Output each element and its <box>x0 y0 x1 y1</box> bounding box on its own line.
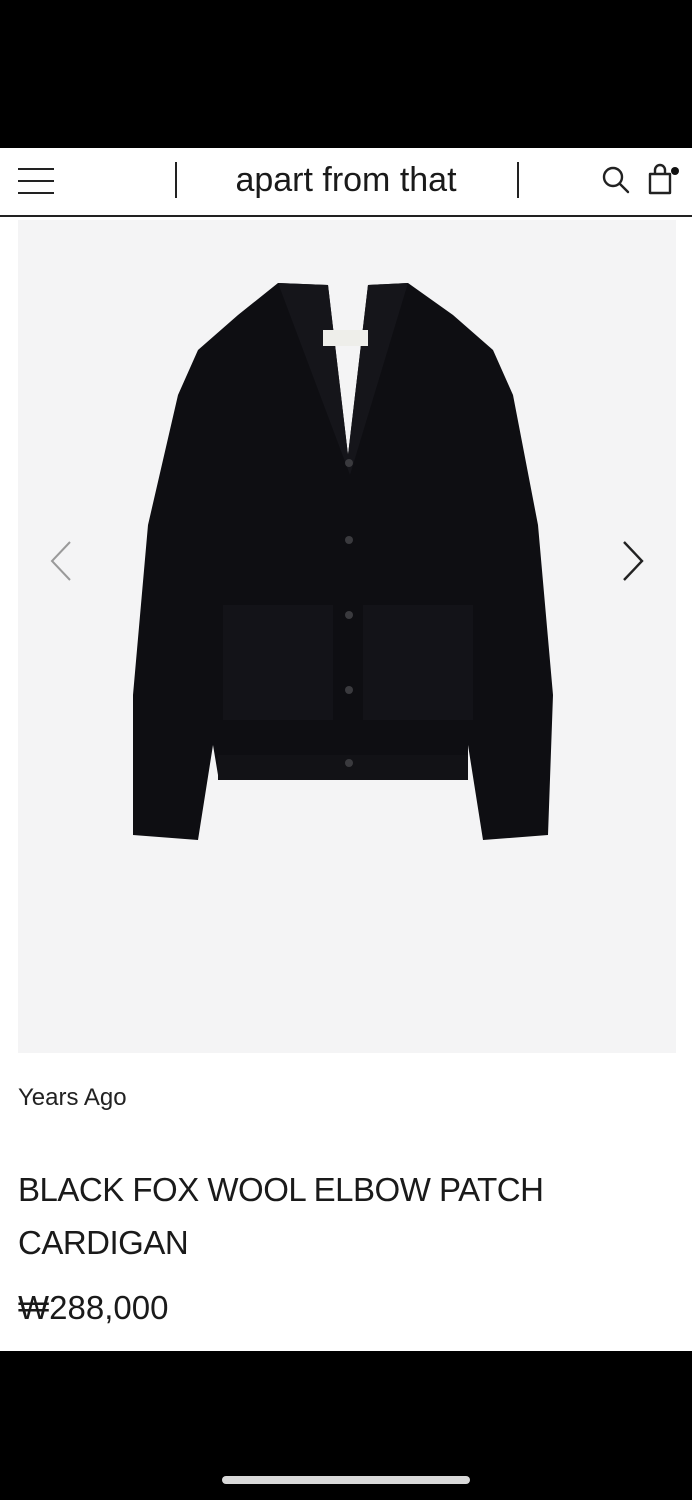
status-bar-area <box>0 0 692 148</box>
header-divider-left <box>175 162 177 198</box>
home-indicator[interactable] <box>222 1476 470 1484</box>
product-image-gallery[interactable] <box>18 220 676 1053</box>
product-brand[interactable]: Years Ago <box>18 1084 127 1112</box>
chevron-left-icon[interactable] <box>46 536 76 586</box>
product-page: apart from that Years Ago BLACK FOX WOOL… <box>0 148 692 1351</box>
site-logo[interactable]: apart from that <box>190 160 502 200</box>
product-image <box>133 283 553 840</box>
search-icon[interactable] <box>600 164 632 196</box>
chevron-right-icon[interactable] <box>618 536 648 586</box>
product-price: ₩288,000 <box>18 1289 169 1326</box>
header-divider-right <box>517 162 519 198</box>
product-title: BLACK FOX WOOL ELBOW PATCH CARDIGAN <box>18 1171 544 1261</box>
site-header: apart from that <box>0 148 692 217</box>
hamburger-menu-icon[interactable] <box>18 168 54 194</box>
shopping-bag-icon[interactable] <box>645 162 681 198</box>
